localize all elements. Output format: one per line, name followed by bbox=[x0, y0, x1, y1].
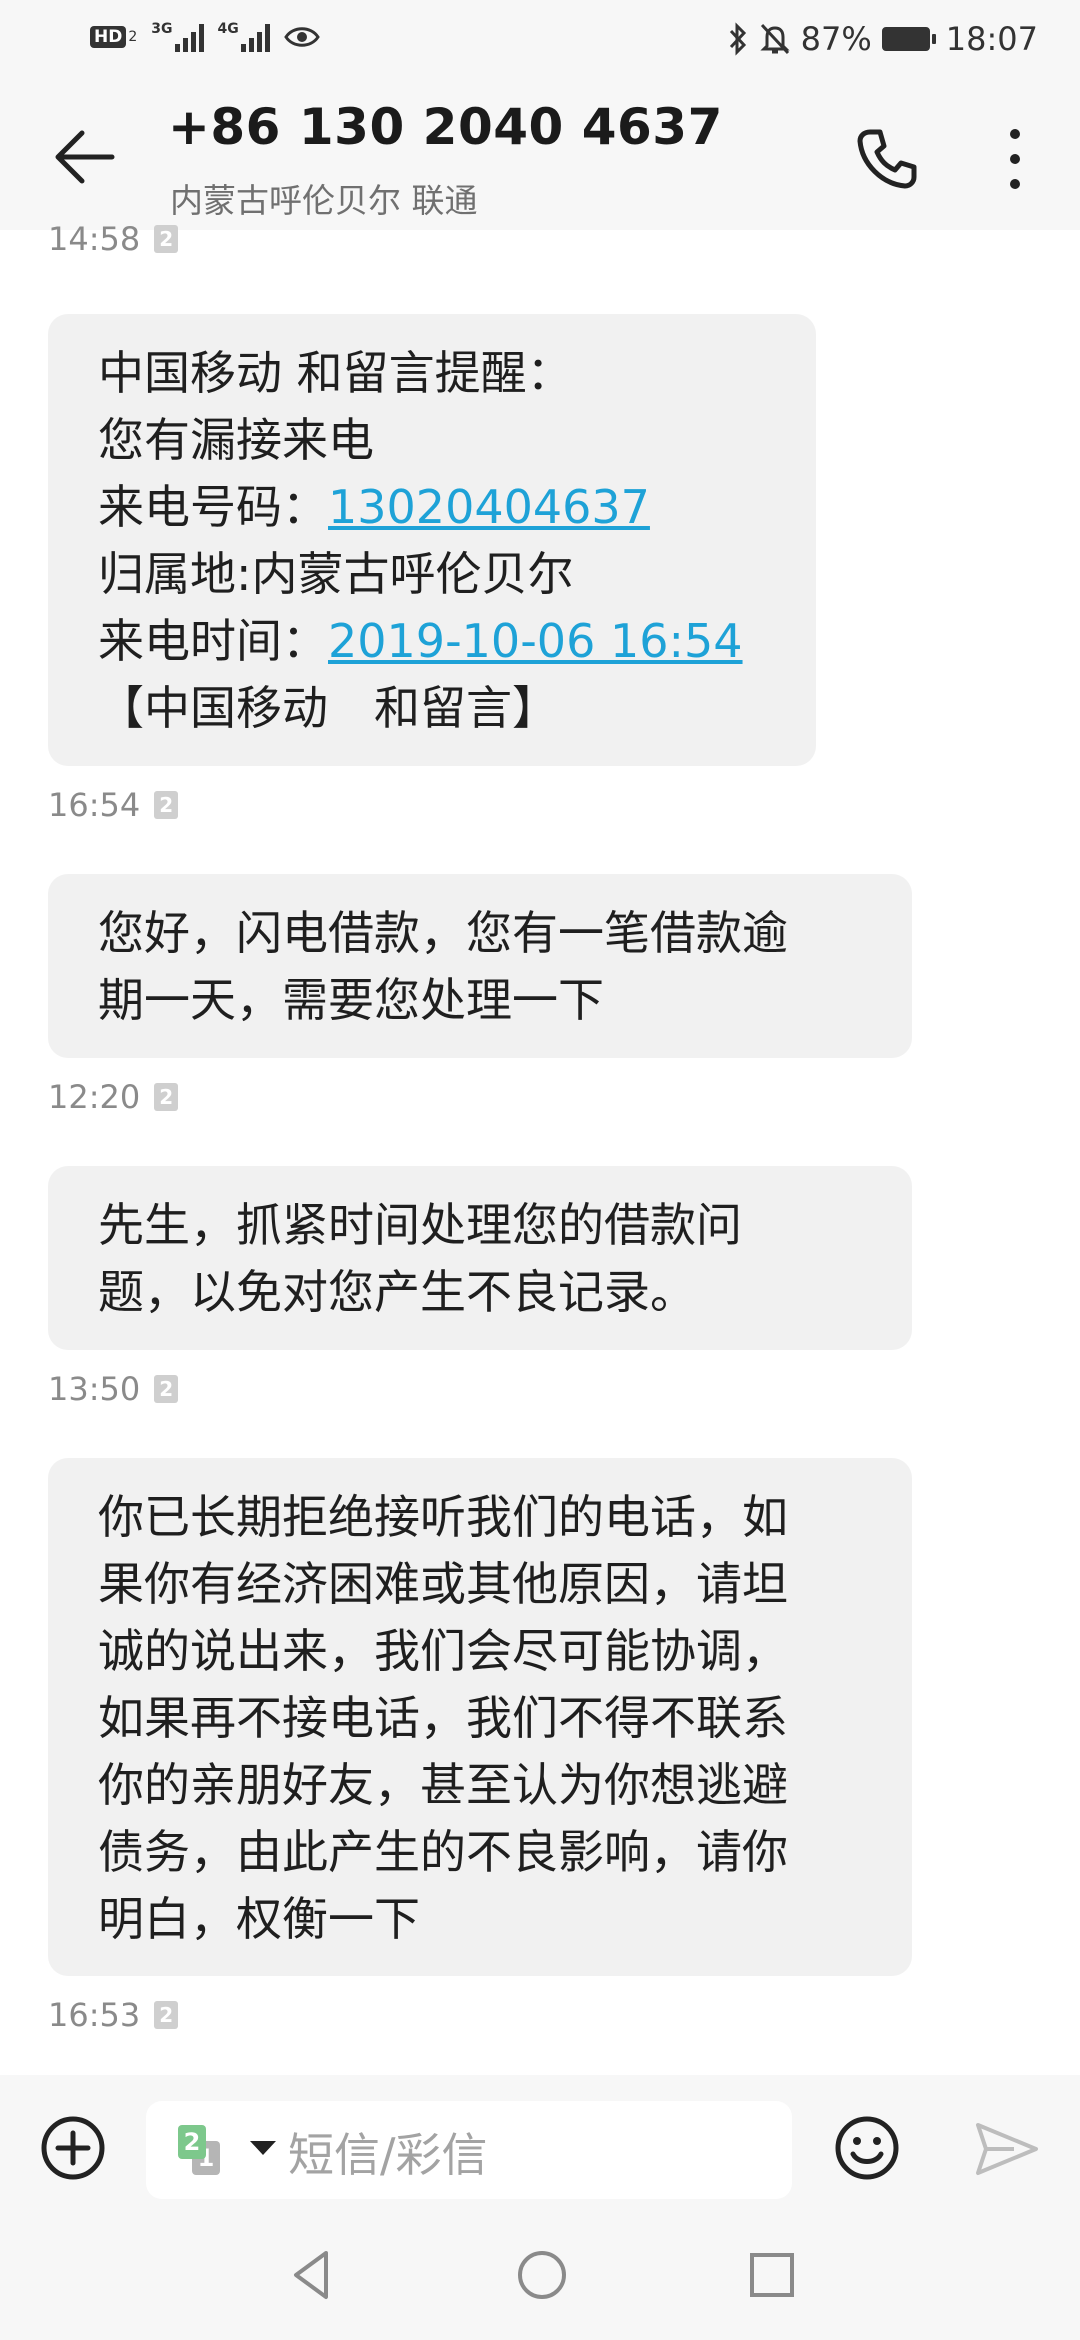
clock: 18:07 bbox=[945, 20, 1038, 58]
message-line: 你已长期拒绝接听我们的电话，如 bbox=[98, 1490, 788, 1544]
message-line: 题，以免对您产生不良记录。 bbox=[98, 1265, 696, 1319]
timestamp-text: 13:50 bbox=[48, 1370, 141, 1408]
add-attachment-icon[interactable] bbox=[40, 2115, 106, 2181]
message-timestamp: 14:58 2 bbox=[48, 220, 179, 258]
contact-number: +86 130 2040 4637 bbox=[168, 98, 723, 156]
message-line: 先生，抓紧时间处理您的借款问 bbox=[98, 1198, 742, 1252]
message-bubble[interactable]: 中国移动 和留言提醒： 您有漏接来电 来电号码：13020404637 归属地:… bbox=[48, 314, 816, 766]
message-bubble[interactable]: 您好，闪电借款，您有一笔借款逾 期一天，需要您处理一下 bbox=[48, 874, 912, 1058]
sim-card-icon: 2 bbox=[154, 225, 179, 253]
message-bubble[interactable]: 先生，抓紧时间处理您的借款问 题，以免对您产生不良记录。 bbox=[48, 1166, 912, 1350]
signal-4g-icon: 4G bbox=[218, 22, 270, 52]
message-line: 【中国移动 和留言】 bbox=[98, 681, 558, 735]
datetime-link[interactable]: 2019-10-06 16:54 bbox=[328, 614, 743, 668]
message-line: 来电时间：2019-10-06 16:54 bbox=[98, 608, 766, 675]
sim-card-icon: 2 bbox=[154, 2001, 179, 2029]
sim-card-icon: 2 bbox=[154, 791, 179, 819]
send-icon[interactable] bbox=[974, 2119, 1040, 2179]
status-right: 87% 18:07 bbox=[727, 20, 1038, 58]
message-line: 您好，闪电借款，您有一笔借款逾 bbox=[98, 906, 788, 960]
nav-back-icon[interactable] bbox=[282, 2245, 342, 2305]
message-placeholder: 短信/彩信 bbox=[288, 2128, 488, 2182]
hd-icon: HD 2 bbox=[90, 26, 137, 48]
timestamp-text: 16:53 bbox=[48, 1996, 141, 2034]
sim-switch-icon[interactable]: 1 2 bbox=[178, 2125, 226, 2181]
message-line: 你的亲朋好友，甚至认为你想逃避 bbox=[98, 1758, 788, 1812]
timestamp-text: 16:54 bbox=[48, 786, 141, 824]
message-line: 果你有经济困难或其他原因，请坦 bbox=[98, 1557, 788, 1611]
emoji-icon[interactable] bbox=[834, 2115, 900, 2181]
message-line: 来电号码：13020404637 bbox=[98, 474, 766, 541]
battery-icon bbox=[881, 27, 936, 51]
message-line: 归属地:内蒙古呼伦贝尔 bbox=[98, 547, 574, 601]
more-options-icon[interactable] bbox=[1000, 124, 1030, 194]
message-line: 中国移动 和留言提醒： bbox=[98, 346, 573, 400]
message-timestamp: 16:53 2 bbox=[48, 1996, 179, 2034]
hd-sub-label: 2 bbox=[128, 29, 138, 45]
chevron-down-icon[interactable] bbox=[250, 2141, 276, 2155]
battery-percent: 87% bbox=[800, 20, 872, 58]
nav-home-icon[interactable] bbox=[512, 2245, 572, 2305]
phone-call-icon[interactable] bbox=[852, 124, 922, 194]
message-timestamp: 16:54 2 bbox=[48, 786, 179, 824]
mute-bell-icon bbox=[760, 23, 790, 55]
status-left: HD 2 3G 4G bbox=[90, 22, 320, 52]
system-nav-bar bbox=[0, 2225, 1080, 2340]
message-bubble[interactable]: 你已长期拒绝接听我们的电话，如 果你有经济困难或其他原因，请坦 诚的说出来，我们… bbox=[48, 1458, 912, 1976]
message-line: 债务，由此产生的不良影响，请你 bbox=[98, 1825, 788, 1879]
message-line: 期一天，需要您处理一下 bbox=[98, 973, 604, 1027]
timestamp-text: 12:20 bbox=[48, 1078, 141, 1116]
message-line: 如果再不接电话，我们不得不联系 bbox=[98, 1691, 788, 1745]
bluetooth-icon bbox=[729, 22, 746, 56]
message-text: 来电号码： bbox=[98, 480, 328, 534]
sim-card-icon: 2 bbox=[154, 1375, 179, 1403]
hd-label: HD bbox=[90, 26, 127, 48]
network-3g-label: 3G bbox=[151, 21, 173, 37]
status-bar: HD 2 3G 4G 87% 18:07 bbox=[0, 0, 1080, 84]
signal-3g-icon: 3G bbox=[151, 21, 204, 52]
message-input[interactable]: 1 2 短信/彩信 bbox=[146, 2101, 792, 2199]
back-arrow-icon[interactable] bbox=[50, 122, 120, 192]
message-line: 诚的说出来，我们会尽可能协调， bbox=[98, 1624, 788, 1678]
network-4g-label: 4G bbox=[217, 21, 239, 37]
message-timestamp: 12:20 2 bbox=[48, 1078, 179, 1116]
phone-number-link[interactable]: 13020404637 bbox=[328, 480, 650, 534]
contact-location: 内蒙古呼伦贝尔 联通 bbox=[170, 181, 478, 220]
message-timestamp: 13:50 2 bbox=[48, 1370, 179, 1408]
compose-bar: 1 2 短信/彩信 bbox=[0, 2075, 1080, 2225]
sim-primary-label: 2 bbox=[178, 2125, 206, 2159]
message-text: 来电时间： bbox=[98, 614, 328, 668]
nav-recent-apps-icon[interactable] bbox=[742, 2245, 802, 2305]
timestamp-text: 14:58 bbox=[48, 220, 141, 258]
message-line: 明白，权衡一下 bbox=[98, 1892, 420, 1946]
message-line: 您有漏接来电 bbox=[98, 413, 374, 467]
sim-card-icon: 2 bbox=[154, 1083, 179, 1111]
conversation-header: +86 130 2040 4637 内蒙古呼伦贝尔 联通 bbox=[0, 84, 1080, 230]
eye-icon bbox=[283, 27, 320, 47]
